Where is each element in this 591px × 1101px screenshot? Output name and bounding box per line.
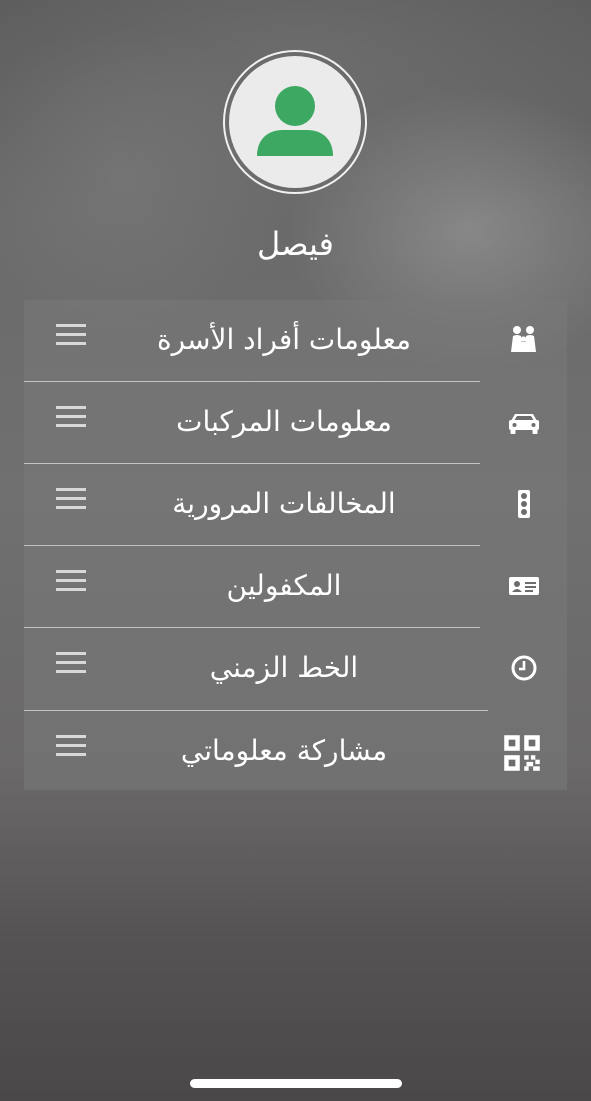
menu-item-vehicles-info[interactable]: معلومات المركبات [24,382,567,463]
menu-item-share-info[interactable]: مشاركة معلوماتي [24,711,567,792]
traffic-light-icon [518,490,530,518]
reorder-icon[interactable] [56,324,86,346]
reorder-icon[interactable] [56,652,86,674]
clock-icon [511,655,537,681]
home-indicator[interactable] [190,1079,402,1088]
reorder-icon[interactable] [56,406,86,428]
menu-item-label: المخالفات المرورية [172,487,396,520]
menu-item-family-info[interactable]: معلومات أفراد الأسرة [24,300,567,381]
menu-item-label: الخط الزمني [209,651,359,684]
qr-code-icon [504,735,540,771]
menu-item-label: معلومات أفراد الأسرة [156,323,412,356]
user-name: فيصل [257,225,334,263]
user-icon [257,86,333,156]
car-icon [509,414,539,434]
avatar[interactable] [229,56,361,188]
reorder-icon[interactable] [56,570,86,592]
menu-item-traffic-violations[interactable]: المخالفات المرورية [24,464,567,545]
reorder-icon[interactable] [56,488,86,510]
menu-item-timeline[interactable]: الخط الزمني [24,628,567,709]
menu-item-label: معلومات المركبات [176,405,392,438]
menu-item-sponsored[interactable]: المكفولين [24,546,567,627]
menu-item-label: المكفولين [226,569,342,602]
family-icon [511,326,536,352]
menu-item-label: مشاركة معلوماتي [180,734,388,767]
menu-panel: معلومات أفراد الأسرة معلومات المركبات ال… [24,300,567,790]
id-card-icon [509,577,539,595]
reorder-icon[interactable] [56,735,86,757]
